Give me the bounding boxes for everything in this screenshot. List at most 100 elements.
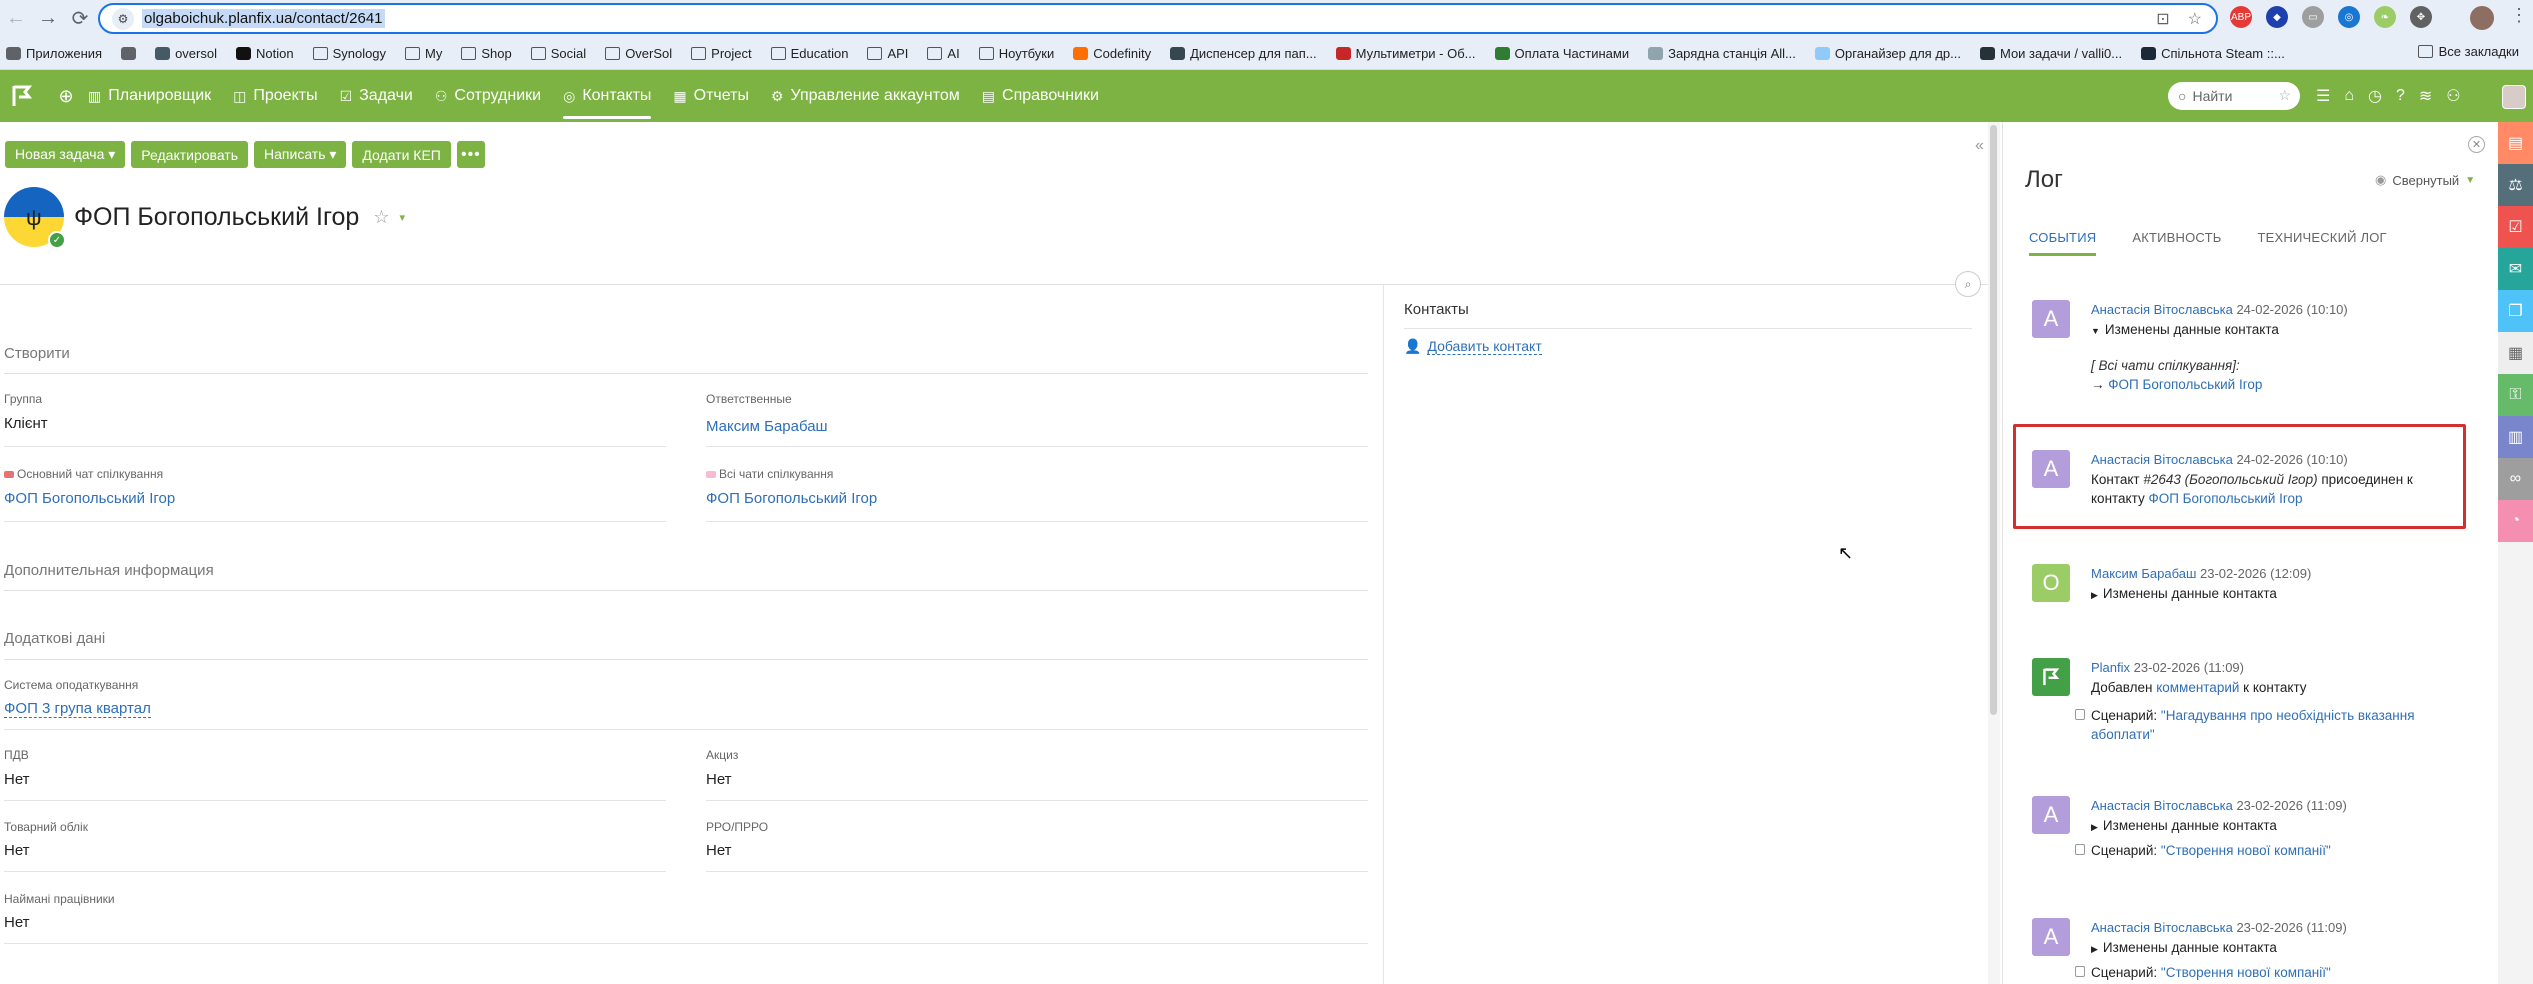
vat-value[interactable]: Нет [4, 771, 30, 788]
avatar[interactable]: A [2032, 450, 2070, 488]
address-bar[interactable]: ⚙ olgaboichuk.planfix.ua/contact/2641 ⊡ … [98, 3, 2218, 34]
url-text[interactable]: olgaboichuk.planfix.ua/contact/2641 [142, 9, 385, 28]
close-icon[interactable]: ✕ [2468, 136, 2485, 153]
bookmark-item[interactable]: Social [530, 46, 586, 61]
planfix-avatar-icon[interactable] [2032, 658, 2070, 696]
search-input[interactable]: ○ Найти ☆ [2168, 82, 2300, 110]
key-icon[interactable]: ⚿ [2498, 374, 2533, 416]
checklist-icon[interactable]: ☑ [2498, 206, 2533, 248]
planfix-logo-icon[interactable] [0, 70, 44, 122]
collapse-panel-icon[interactable]: « [1975, 137, 1984, 155]
menu-item-0[interactable]: ▥ Планировщик [88, 70, 211, 122]
avatar[interactable]: A [2032, 918, 2070, 956]
bookmark-item[interactable]: Project [691, 46, 752, 61]
entry-text[interactable]: ▶ Изменены данные контакта [2091, 938, 2461, 959]
menu-label[interactable]: Задачи [359, 87, 413, 105]
more-actions-button[interactable]: ••• [456, 141, 485, 168]
rro-value[interactable]: Нет [706, 842, 732, 859]
bookmark-label[interactable]: Диспенсер для пап... [1190, 46, 1317, 61]
main-chat-value[interactable]: ФОП Богопольський Ігор [4, 490, 175, 507]
bookmark-item[interactable]: OverSol [605, 46, 672, 61]
bookmark-label[interactable]: Органайзер для др... [1835, 46, 1961, 61]
add-kep-button[interactable]: Додати КЕП [352, 141, 451, 168]
link-icon[interactable]: ∞ [2498, 458, 2533, 500]
contact-link[interactable]: ФОП Богопольський Ігор [2148, 491, 2302, 506]
menu-label[interactable]: Справочники [1002, 87, 1099, 105]
comment-link[interactable]: комментарий [2156, 680, 2239, 695]
menu-label[interactable]: Отчеты [694, 87, 749, 105]
author-link[interactable]: Максим Барабаш [2091, 566, 2196, 581]
menu-label[interactable]: Управление аккаунтом [791, 87, 960, 105]
author-link[interactable]: Анастасія Вітославська [2091, 452, 2233, 467]
all-bookmarks[interactable]: Все закладки [2417, 44, 2519, 59]
title-dropdown-icon[interactable]: ▾ [399, 211, 405, 224]
bookmark-label[interactable]: Спільнота Steam ::... [2161, 46, 2285, 61]
bookmark-label[interactable]: Приложения [26, 46, 102, 61]
employees-value[interactable]: Нет [4, 914, 30, 931]
bookmark-label[interactable]: Project [711, 46, 751, 61]
bookmark-label[interactable]: Synology [333, 46, 386, 61]
tab-events[interactable]: СОБЫТИЯ [2029, 230, 2097, 256]
menu-item-5[interactable]: ▦ Отчеты [673, 70, 749, 122]
browser-menu-icon[interactable]: ⋮ [2510, 5, 2528, 26]
shield-icon[interactable]: ◆ [2266, 6, 2288, 28]
author-link[interactable]: Анастасія Вітославська [2091, 920, 2233, 935]
bookmark-item[interactable]: My [405, 46, 442, 61]
bookmark-item[interactable]: Органайзер для др... [1814, 46, 1961, 61]
all-chats-value[interactable]: ФОП Богопольський Ігор [706, 490, 877, 507]
menu-item-7[interactable]: ▤ Справочники [982, 70, 1099, 122]
menu-label[interactable]: Проекты [253, 87, 317, 105]
bookmark-item[interactable]: Приложения [6, 46, 102, 61]
excise-value[interactable]: Нет [706, 771, 732, 788]
all-bookmarks-label[interactable]: Все закладки [2439, 44, 2519, 59]
author-link[interactable]: Planfix [2091, 660, 2130, 675]
bookmark-label[interactable]: AI [947, 46, 959, 61]
avatar[interactable]: О [2032, 564, 2070, 602]
caret-right-icon[interactable]: ▶ [2091, 944, 2098, 954]
bookmark-label[interactable]: Codefinity [1093, 46, 1151, 61]
extension-icon[interactable]: ▭ [2302, 6, 2324, 28]
bookmark-item[interactable]: API [867, 46, 908, 61]
copy-icon[interactable]: ❐ [2498, 290, 2533, 332]
layers-icon[interactable]: ≋ [2419, 86, 2432, 106]
search-field-icon[interactable]: ⌕ [1955, 271, 1981, 297]
bookmark-item[interactable]: Synology [312, 46, 386, 61]
menu-item-4[interactable]: ◎ Контакты [563, 70, 652, 122]
bookmark-label[interactable]: oversol [175, 46, 217, 61]
history-icon[interactable]: ◔ [2498, 500, 2533, 542]
site-info-icon[interactable]: ⚙ [112, 7, 134, 30]
help-icon[interactable]: ? [2396, 87, 2405, 105]
bookmark-label[interactable]: Social [551, 46, 586, 61]
reload-icon[interactable]: ⟳ [64, 3, 96, 35]
add-contact-link[interactable]: 👤 Добавить контакт [1404, 338, 1542, 355]
bookmark-item[interactable]: Оплата Частинами [1494, 46, 1629, 61]
new-task-button[interactable]: Новая задача ▾ [5, 141, 126, 168]
bookmark-item[interactable]: Спільнота Steam ::... [2141, 46, 2285, 61]
group-value[interactable]: Клієнт [4, 415, 48, 432]
clipboard-icon[interactable]: ▦ [2498, 332, 2533, 374]
bookmark-label[interactable]: Education [791, 46, 849, 61]
entry-text[interactable]: ▼ Изменены данные контакта [2091, 320, 2461, 341]
favorites-star-icon[interactable]: ☆ [2278, 87, 2291, 104]
bookmark-item[interactable]: Мультиметри - Об... [1335, 46, 1476, 61]
bookmark-item[interactable] [121, 46, 137, 60]
bookmark-label[interactable]: OverSol [625, 46, 672, 61]
bookmark-label[interactable]: Мультиметри - Об... [1356, 46, 1476, 61]
install-app-icon[interactable]: ⊡ [2156, 9, 2169, 29]
bookmark-item[interactable]: Codefinity [1073, 46, 1151, 61]
chevron-down-icon[interactable]: ▼ [2465, 175, 2475, 186]
bookmark-item[interactable]: Зарядна станція All... [1648, 46, 1796, 61]
write-button[interactable]: Написать ▾ [254, 141, 347, 168]
tab-activity[interactable]: АКТИВНОСТЬ [2132, 230, 2221, 256]
menu-label[interactable]: Сотрудники [454, 87, 541, 105]
bookmark-label[interactable]: Мои задачи / valli0... [2000, 46, 2122, 61]
chat-icon[interactable]: ▤ [2498, 122, 2533, 164]
bookmark-item[interactable]: AI [927, 46, 960, 61]
menu-label[interactable]: Планировщик [108, 87, 211, 105]
responsible-value[interactable]: Максим Барабаш [706, 418, 828, 435]
favorite-star-icon[interactable]: ☆ [373, 207, 389, 228]
caret-right-icon[interactable]: ▶ [2091, 822, 2098, 832]
bookmark-item[interactable]: Ноутбуки [978, 46, 1054, 61]
clock-icon[interactable]: ◷ [2368, 86, 2382, 106]
rocket-icon[interactable]: ⌂ [2344, 87, 2354, 105]
